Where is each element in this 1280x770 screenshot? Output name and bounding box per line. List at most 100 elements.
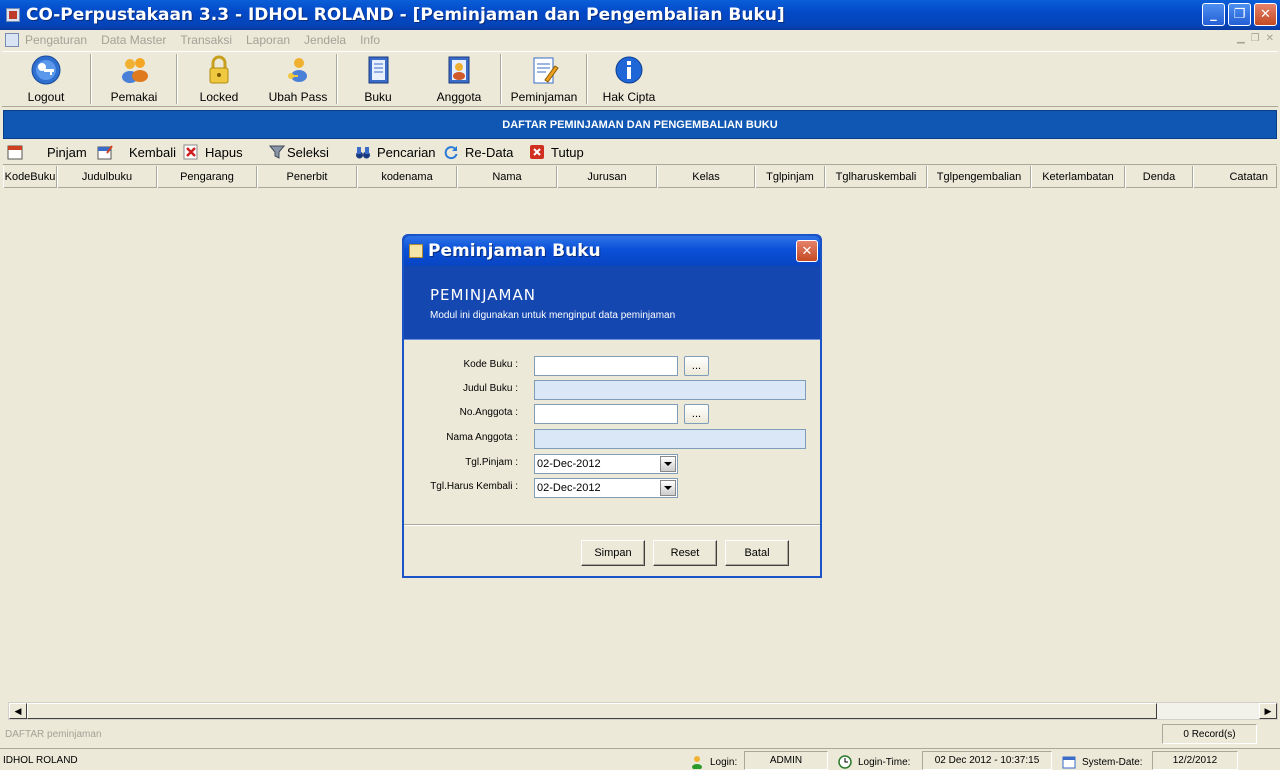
nama-anggota-field[interactable] [534,429,806,449]
column-header-tglpinjam[interactable]: Tglpinjam [755,166,825,188]
menu-jendela[interactable]: Jendela [304,33,346,47]
seleksi-button[interactable]: Seleksi [269,144,355,160]
column-header-pengarang[interactable]: Pengarang [157,166,257,188]
anggota-label: Anggota [436,90,482,104]
column-header-tglpengembalian[interactable]: Tglpengembalian [927,166,1031,188]
book-icon [362,54,394,86]
column-header-catatan[interactable]: Catatan [1193,166,1277,188]
column-header-jurusan[interactable]: Jurusan [557,166,657,188]
dialog-close-button[interactable]: ✕ [796,240,818,262]
scroll-left-arrow-icon[interactable]: ◀ [9,703,27,719]
buku-button[interactable]: Buku [338,52,418,106]
menu-data-master[interactable]: Data Master [101,33,166,47]
column-header-kodebuku[interactable]: KodeBuku [3,166,57,188]
login-label: Login: [710,756,738,768]
simpan-button[interactable]: Simpan [581,540,645,566]
re-data-label: Re-Data [465,144,514,160]
info-icon [613,54,645,86]
tutup-button[interactable]: Tutup [529,144,609,160]
menu-info[interactable]: Info [360,33,380,47]
batal-button[interactable]: Batal [725,540,789,566]
column-header-kelas[interactable]: Kelas [657,166,755,188]
re-data-button[interactable]: Re-Data [443,144,529,160]
users-icon [118,54,150,86]
mdi-minimize-icon[interactable]: ▁ [1237,33,1245,44]
dialog-body: Kode Buku : ... Judul Buku : No.Anggota … [404,340,820,576]
menu-laporan[interactable]: Laporan [246,33,290,47]
restore-button[interactable]: ❐ [1228,3,1251,26]
tgl-pinjam-datepicker[interactable]: 02-Dec-2012 [534,454,678,474]
scroll-thumb[interactable] [27,703,1157,719]
column-header-judulbuku[interactable]: Judulbuku [57,166,157,188]
column-header-nama[interactable]: Nama [457,166,557,188]
locked-button[interactable]: Locked [178,52,260,106]
ubah-pass-button[interactable]: Ubah Pass [260,52,336,106]
dialog-separator [404,524,820,526]
close-button[interactable]: ✕ [1254,3,1277,26]
menu-transaksi[interactable]: Transaksi [180,33,232,47]
column-header-penerbit[interactable]: Penerbit [257,166,357,188]
pencarian-label: Pencarian [377,144,436,160]
hapus-button[interactable]: Hapus [183,144,269,160]
list-header-banner: DAFTAR PEMINJAMAN DAN PENGEMBALIAN BUKU [3,110,1277,139]
tgl-harus-kembali-datepicker[interactable]: 02-Dec-2012 [534,478,678,498]
delete-icon [183,144,199,160]
menu-pengaturan[interactable]: Pengaturan [25,33,87,47]
kode-buku-row: Kode Buku : ... [404,356,820,376]
hak-cipta-button[interactable]: Hak Cipta [588,52,670,106]
no-anggota-label: No.Anggota : [459,407,518,418]
pinjam-button[interactable]: Pinjam [7,144,97,160]
nama-anggota-label: Nama Anggota : [446,432,518,443]
anggota-button[interactable]: Anggota [418,52,500,106]
logout-label: Logout [27,90,65,104]
record-count: 0 Record(s) [1162,724,1257,744]
status-username: IDHOL ROLAND [3,755,78,766]
buku-label: Buku [364,90,392,104]
scroll-track[interactable] [27,703,1259,719]
mdi-close-icon[interactable]: ✕ [1266,33,1274,44]
nama-anggota-row: Nama Anggota : [404,429,820,449]
pencarian-button[interactable]: Pencarian [355,144,443,160]
dialog-banner-subtitle: Modul ini digunakan untuk menginput data… [430,310,676,321]
tgl-pinjam-row: Tgl.Pinjam : 02-Dec-2012 [404,454,820,474]
list-status-row: DAFTAR peminjaman 0 Record(s) [0,722,1280,746]
kode-buku-input[interactable] [534,356,678,376]
key-icon [30,54,62,86]
login-status: Login: [690,755,737,769]
reset-button[interactable]: Reset [653,540,717,566]
no-anggota-browse-button[interactable]: ... [684,404,709,424]
peminjaman-button[interactable]: Peminjaman [502,52,586,106]
column-header-denda[interactable]: Denda [1125,166,1193,188]
system-date-value: 12/2/2012 [1152,751,1238,770]
chevron-down-icon[interactable] [660,480,676,496]
scroll-right-arrow-icon[interactable]: ▶ [1259,703,1277,719]
locked-label: Locked [199,90,239,104]
minimize-button[interactable]: _ [1202,3,1225,26]
kode-buku-label: Kode Buku : [463,359,518,370]
filter-icon [269,144,285,160]
judul-buku-field[interactable] [534,380,806,400]
column-header-keterlambatan[interactable]: Keterlambatan [1031,166,1125,188]
judul-buku-row: Judul Buku : [404,380,820,400]
no-anggota-input[interactable] [534,404,678,424]
mdi-child-icon[interactable] [5,33,19,47]
window-title: CO-Perpustakaan 3.3 - IDHOL ROLAND - [Pe… [26,5,785,25]
chevron-down-icon[interactable] [660,456,676,472]
hak-cipta-label: Hak Cipta [602,90,656,104]
window-controls: _ ❐ ✕ [1202,3,1277,26]
login-value: ADMIN [744,751,828,770]
column-header-kodenama[interactable]: kodenama [357,166,457,188]
pemakai-button[interactable]: Pemakai [92,52,176,106]
mdi-restore-icon[interactable]: ❐ [1251,33,1260,44]
horizontal-scrollbar[interactable]: ◀ ▶ [8,702,1278,720]
no-anggota-row: No.Anggota : ... [404,404,820,424]
column-header-tglharuskembali[interactable]: Tglharuskembali [825,166,927,188]
dialog-app-icon [409,244,423,258]
kembali-button[interactable]: Kembali [97,144,183,160]
peminjaman-label: Peminjaman [510,90,578,104]
logout-button[interactable]: Logout [2,52,90,106]
login-time-status: Login-Time: [838,755,910,769]
calendar-icon [1062,756,1076,769]
status-bar: IDHOL ROLAND Login: ADMIN Login-Time: 02… [0,748,1280,770]
kode-buku-browse-button[interactable]: ... [684,356,709,376]
